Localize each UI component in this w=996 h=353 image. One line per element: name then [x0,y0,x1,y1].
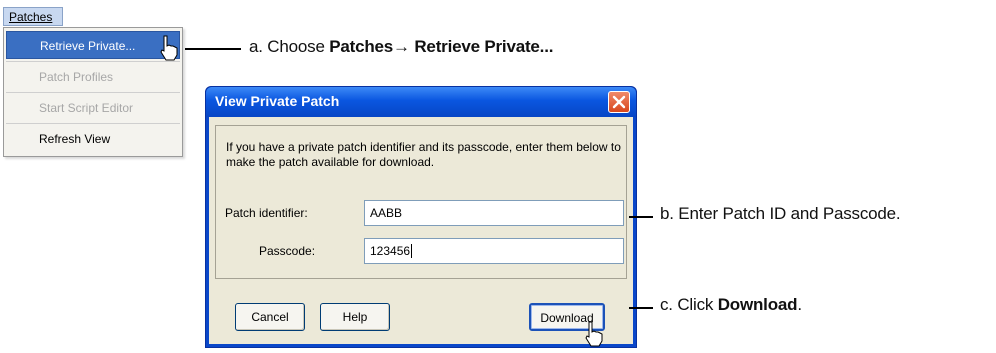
menu-item-patch-profiles[interactable]: Patch Profiles [6,63,180,91]
callout-b-caption: b. Enter Patch ID and Passcode. [660,204,901,223]
menu-item-label: Start Script Editor [39,101,134,115]
patches-menu[interactable]: Patches [3,7,63,26]
close-icon [612,95,626,109]
cancel-button-label: Cancel [251,310,289,324]
patch-identifier-input[interactable]: AABB [364,200,624,226]
passcode-label: Passcode: [259,244,316,258]
patch-identifier-value: AABB [370,206,403,220]
patch-identifier-label: Patch identifier: [225,206,308,220]
cancel-button[interactable]: Cancel [235,303,305,331]
menu-item-retrieve-private[interactable]: Retrieve Private... [6,31,180,59]
menu-separator [6,123,180,124]
menu-item-start-script-editor[interactable]: Start Script Editor [6,94,180,122]
menu-item-label: Refresh View [39,132,111,146]
callout-c-suffix: . [797,295,802,314]
callout-line-a [185,48,241,50]
text-caret [411,244,413,258]
hand-cursor-icon [585,321,603,347]
callout-c-caption: c. Click Download. [660,295,802,315]
dialog-instructions: If you have a private patch identifier a… [226,140,621,169]
hand-cursor-icon [160,35,178,61]
callout-a-bold-text: Patches→ Retrieve Private... [329,37,554,56]
help-button-label: Help [342,310,368,324]
dialog-titlebar[interactable]: View Private Patch [206,87,636,117]
patches-dropdown-menu: Retrieve Private... Patch Profiles Start… [3,27,183,157]
menu-item-refresh-view[interactable]: Refresh View [6,125,180,153]
dialog-title: View Private Patch [215,93,340,109]
patches-menu-label: Patches [9,10,53,24]
dialog-body: If you have a private patch identifier a… [209,117,633,344]
close-button[interactable] [608,91,630,113]
callout-line-c [629,307,653,309]
menu-item-label: Retrieve Private... [40,39,136,53]
menu-separator [6,61,180,62]
callout-line-b [629,216,653,218]
menu-separator [6,92,180,93]
view-private-patch-dialog: View Private Patch If you have a private… [205,86,637,348]
callout-c-text: c. Click [660,295,718,314]
callout-c-bold-text: Download [717,295,798,314]
callout-a-text: a. Choose [249,37,330,56]
menu-item-label: Patch Profiles [39,70,114,84]
dialog-panel: If you have a private patch identifier a… [215,125,627,279]
help-button[interactable]: Help [320,303,390,331]
callout-a-caption: a. Choose Patches→ Retrieve Private... [249,37,553,57]
passcode-value: 123456 [370,244,411,258]
passcode-input[interactable]: 123456 [364,238,624,264]
